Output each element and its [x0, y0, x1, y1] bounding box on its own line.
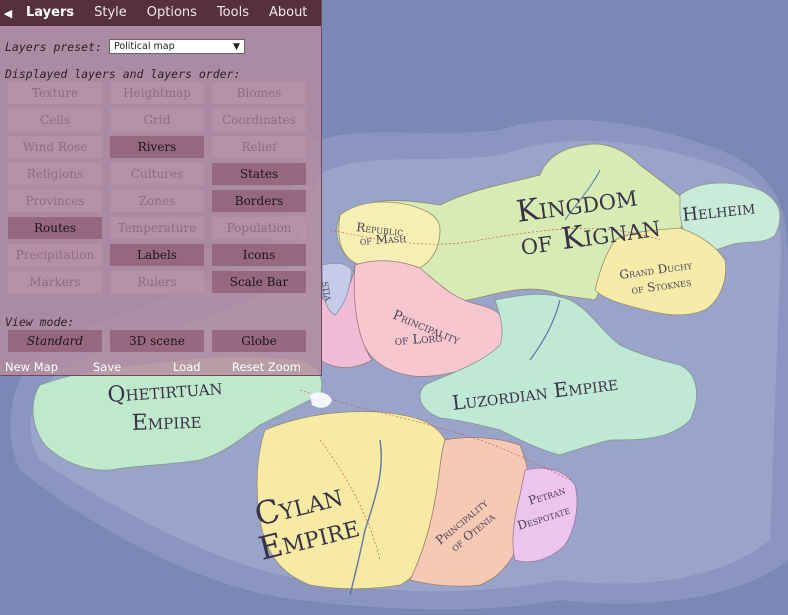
layer-temperature-button[interactable]: Temperature — [110, 217, 204, 239]
tab-style[interactable]: Style — [84, 0, 137, 26]
layer-rulers-button[interactable]: Rulers — [110, 271, 204, 293]
view-mode-heading: View mode: — [5, 315, 75, 329]
layer-routes-button[interactable]: Routes — [8, 217, 102, 239]
preset-row: Layers preset: Political map ▼ — [5, 39, 245, 54]
view-3d-scene-button[interactable]: 3D scene — [110, 330, 204, 352]
layer-labels-button[interactable]: Labels — [110, 244, 204, 266]
layer-religions-button[interactable]: Religions — [8, 163, 102, 185]
layer-precipitation-button[interactable]: Precipitation — [8, 244, 102, 266]
layer-coordinates-button[interactable]: Coordinates — [212, 109, 306, 131]
layer-scale-bar-button[interactable]: Scale Bar — [212, 271, 306, 293]
layer-icons-button[interactable]: Icons — [212, 244, 306, 266]
layer-zones-button[interactable]: Zones — [110, 190, 204, 212]
layer-population-button[interactable]: Population — [212, 217, 306, 239]
load-button[interactable]: Load — [173, 360, 232, 374]
save-button[interactable]: Save — [93, 360, 173, 374]
tab-about[interactable]: About — [259, 0, 317, 26]
action-row: New Map Save Load Reset Zoom — [5, 360, 301, 374]
layer-relief-button[interactable]: Relief — [212, 136, 306, 158]
layer-cultures-button[interactable]: Cultures — [110, 163, 204, 185]
layer-cells-button[interactable]: Cells — [8, 109, 102, 131]
tab-options[interactable]: Options — [137, 0, 207, 26]
view-standard-button[interactable]: Standard — [8, 330, 102, 352]
view-globe-button[interactable]: Globe — [212, 330, 306, 352]
layer-provinces-button[interactable]: Provinces — [8, 190, 102, 212]
layer-buttons: Texture Heightmap Biomes Cells Grid Coordinat… — [8, 82, 306, 293]
layer-states-button[interactable]: States — [212, 163, 306, 185]
preset-label: Layers preset: — [5, 39, 102, 54]
layers-panel: ◀ Layers Style Options Tools About Layer… — [0, 0, 322, 376]
layers-heading: Displayed layers and layers order: — [5, 67, 241, 81]
label-qhetirtuan-line2: Empire — [131, 409, 202, 436]
layer-heightmap-button[interactable]: Heightmap — [110, 82, 204, 104]
tab-tools[interactable]: Tools — [207, 0, 259, 26]
layer-texture-button[interactable]: Texture — [8, 82, 102, 104]
collapse-icon[interactable]: ◀ — [0, 7, 16, 20]
tab-layers[interactable]: Layers — [16, 0, 84, 26]
layer-biomes-button[interactable]: Biomes — [212, 82, 306, 104]
menu-bar: ◀ Layers Style Options Tools About — [0, 0, 321, 26]
reset-zoom-button[interactable]: Reset Zoom — [232, 360, 301, 374]
preset-value: Political map — [113, 41, 175, 52]
layer-wind-rose-button[interactable]: Wind Rose — [8, 136, 102, 158]
layer-borders-button[interactable]: Borders — [212, 190, 306, 212]
new-map-button[interactable]: New Map — [5, 360, 93, 374]
preset-select[interactable]: Political map ▼ — [108, 39, 245, 54]
layer-markers-button[interactable]: Markers — [8, 271, 102, 293]
layer-grid-button[interactable]: Grid — [110, 109, 204, 131]
chevron-down-icon: ▼ — [233, 41, 240, 52]
view-mode-buttons: Standard 3D scene Globe — [8, 330, 306, 352]
layer-rivers-button[interactable]: Rivers — [110, 136, 204, 158]
